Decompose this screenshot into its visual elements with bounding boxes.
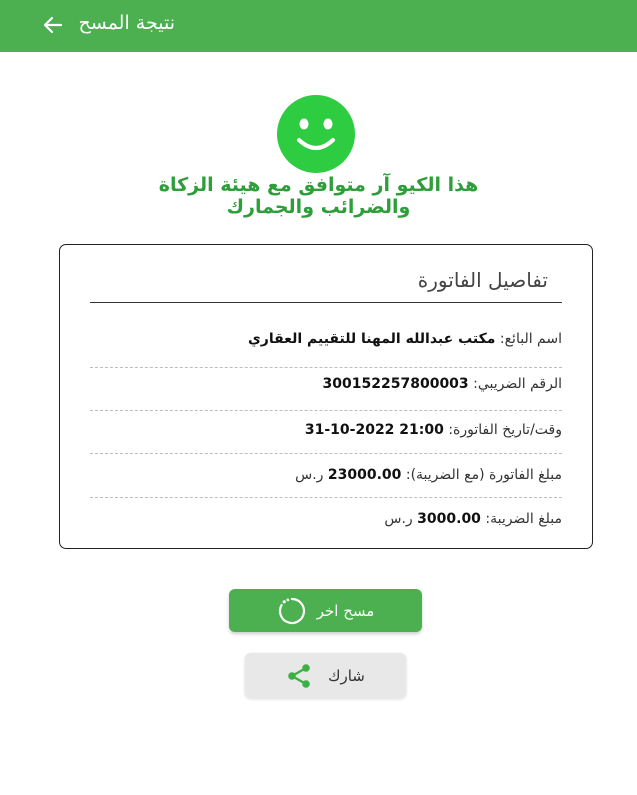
vat-amount-currency: ر.س <box>384 511 413 527</box>
share-button[interactable]: شارك <box>245 653 406 698</box>
row-divider <box>90 453 562 454</box>
title-divider <box>90 302 562 303</box>
invoice-details-title: تفاصيل الفاتورة <box>417 268 548 292</box>
tax-number-value: 300152257800003 <box>322 376 469 392</box>
rescan-button-label: مسح اخر <box>316 601 375 620</box>
compliance-message: هذا الكيو آر متوافق مع هيئة الزكاة والضر… <box>40 174 597 218</box>
share-icon <box>288 663 310 688</box>
row-divider <box>90 410 562 411</box>
vat-amount-value: 3000.00 <box>417 511 481 527</box>
invoice-datetime-label: وقت/تاريخ الفاتورة: <box>448 422 562 438</box>
rescan-button[interactable]: مسح اخر <box>229 589 422 632</box>
invoice-datetime-value: 31-10-2022 21:00 <box>304 422 444 438</box>
seller-name-value: مكتب عبدالله المهنا للتقييم العقاري <box>247 331 496 347</box>
page-title: نتيجة المسح <box>78 12 175 34</box>
tax-number-label: الرقم الضريبي: <box>473 376 562 392</box>
tax-number-row: الرقم الضريبي: 300152257800003 <box>90 376 562 400</box>
row-divider <box>90 367 562 368</box>
smiley-icon <box>277 95 355 173</box>
seller-name-row: اسم البائع: مكتب عبدالله المهنا للتقييم … <box>90 331 562 355</box>
share-button-label: شارك <box>328 666 365 685</box>
refresh-icon <box>278 597 305 624</box>
invoice-datetime-row: وقت/تاريخ الفاتورة: 31-10-2022 21:00 <box>90 422 562 446</box>
invoice-total-value: 23000.00 <box>327 467 402 483</box>
compliance-message-line1: هذا الكيو آر متوافق مع هيئة الزكاة <box>158 174 479 196</box>
back-button[interactable] <box>38 10 68 40</box>
invoice-total-label: مبلغ الفاتورة (مع الضريبة): <box>405 467 562 483</box>
row-divider <box>90 497 562 498</box>
app-bar: نتيجة المسح <box>0 0 637 52</box>
arrow-left-icon <box>43 16 63 34</box>
vat-amount-row: مبلغ الضريبة: 3000.00 ر.س <box>90 511 562 535</box>
invoice-total-row: مبلغ الفاتورة (مع الضريبة): 23000.00 ر.س <box>90 467 562 491</box>
vat-amount-label: مبلغ الضريبة: <box>485 511 562 527</box>
invoice-total-currency: ر.س <box>295 467 324 483</box>
seller-name-label: اسم البائع: <box>499 331 562 347</box>
invoice-details-card: تفاصيل الفاتورة اسم البائع: مكتب عبدالله… <box>59 244 593 549</box>
compliance-message-line2: والضرائب والجمارك <box>226 196 411 218</box>
